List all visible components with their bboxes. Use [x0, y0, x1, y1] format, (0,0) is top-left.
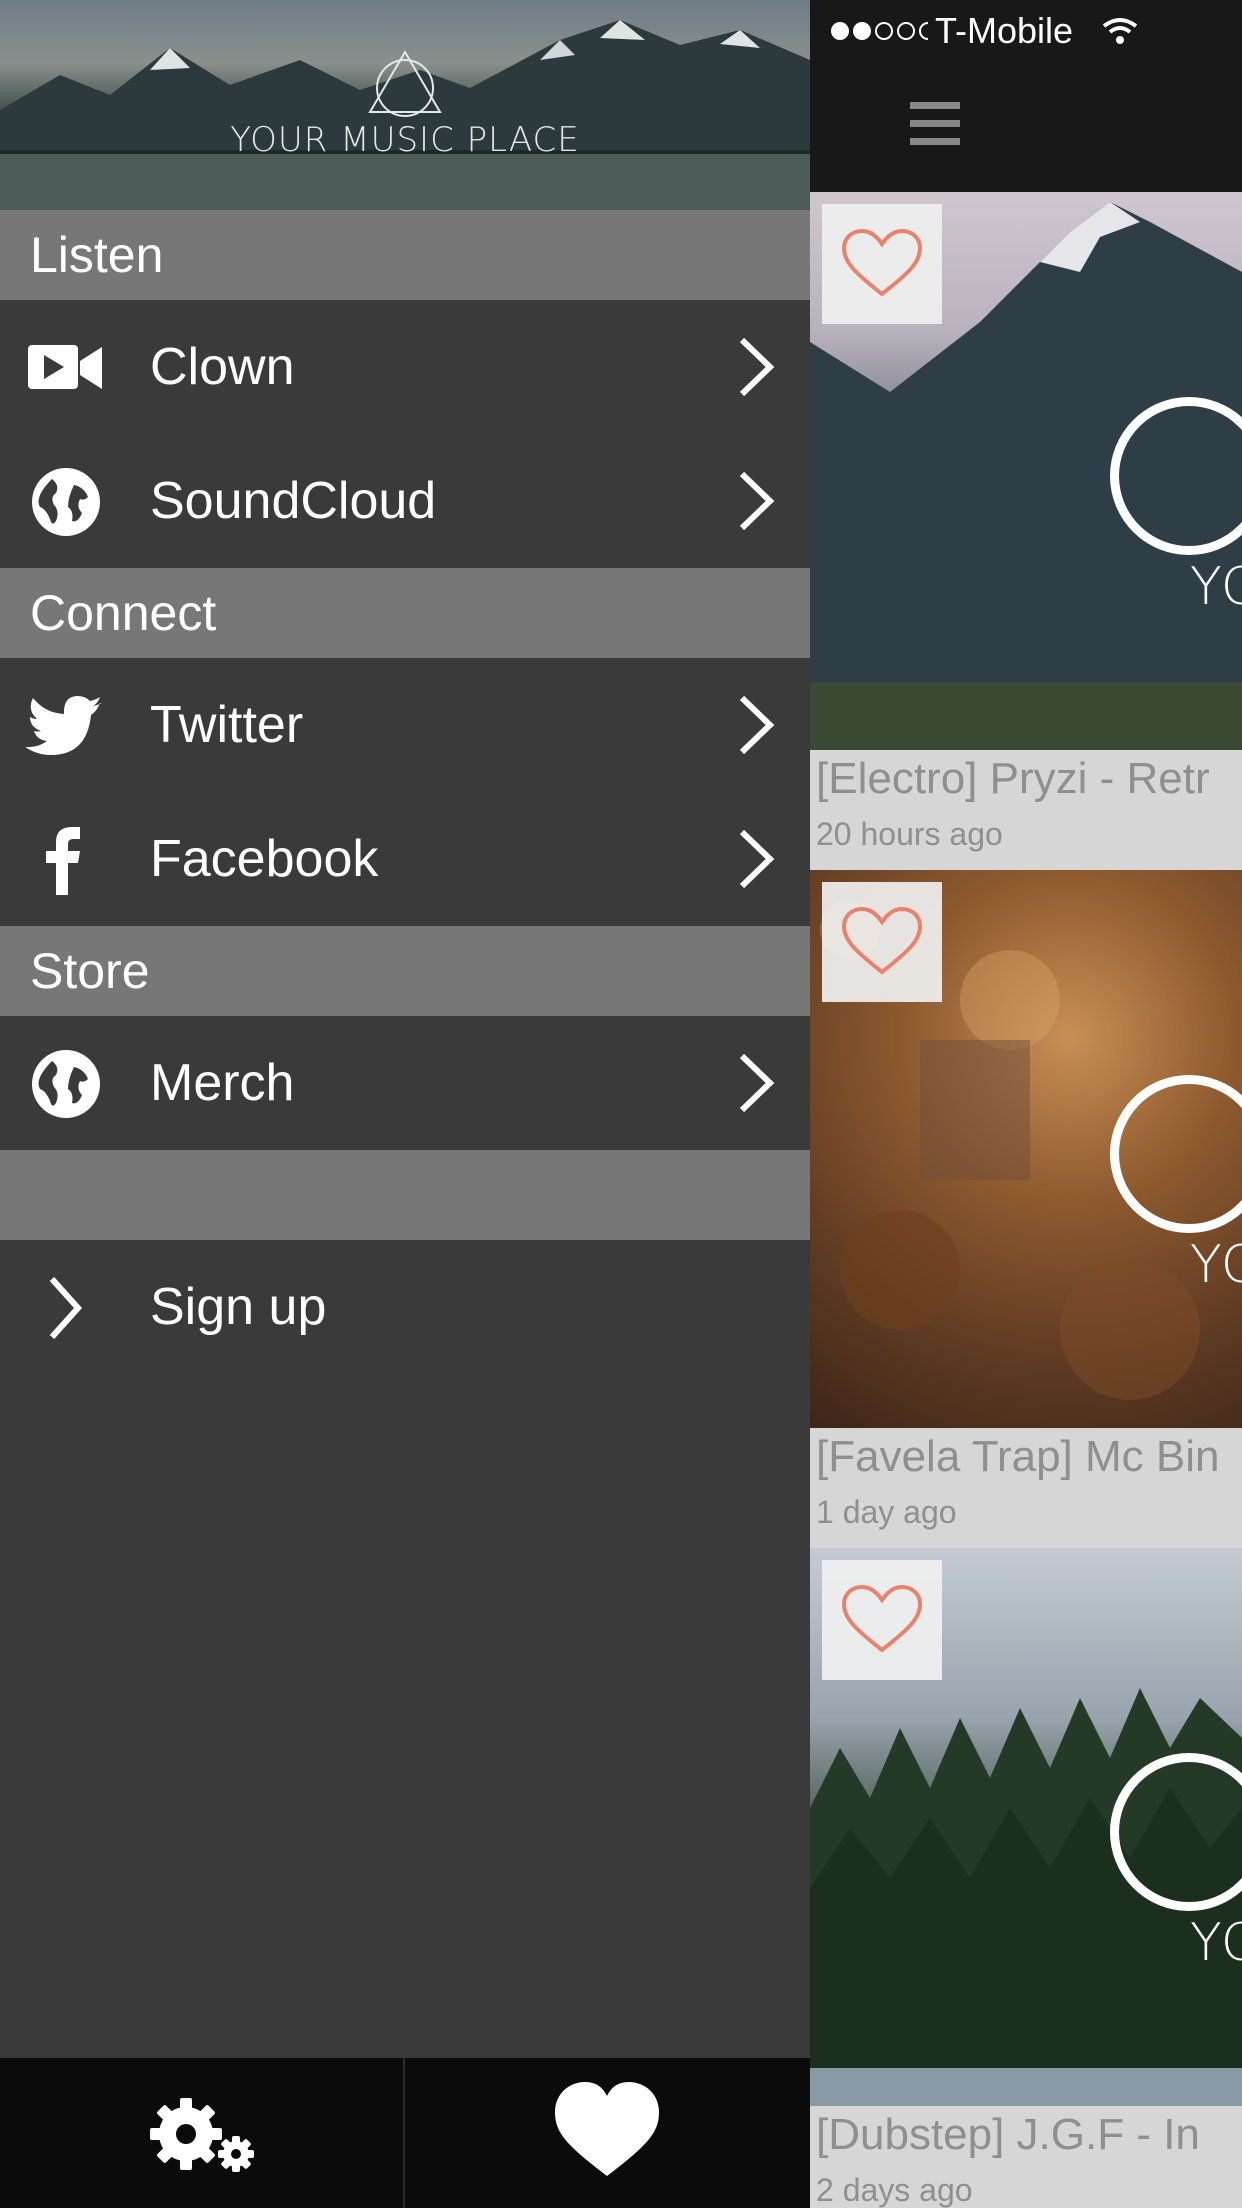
signup-item[interactable]: Sign up	[0, 1240, 810, 1374]
video-camera-icon	[28, 345, 102, 389]
heart-icon	[555, 2082, 659, 2176]
menu-item-facebook[interactable]: Facebook	[0, 792, 810, 926]
section-header-store: Store	[0, 926, 810, 1016]
section-header-listen: Listen	[0, 210, 810, 300]
like-button[interactable]	[822, 1560, 942, 1680]
track-card[interactable]: YO [Favela Trap] Mc Bin 1 day ago	[810, 870, 1242, 1548]
heart-outline-icon	[841, 1584, 923, 1653]
track-card[interactable]: YO [Electro] Pryzi - Retr 20 hours ago	[810, 192, 1242, 870]
heart-outline-icon	[841, 228, 923, 297]
favorites-button[interactable]	[405, 2058, 810, 2208]
logo-text: YOUR MUSIC PLACE	[230, 120, 580, 160]
track-title: [Electro] Pryzi - Retr	[816, 754, 1210, 803]
drawer-header-banner: YOUR MUSIC PLACE	[0, 0, 810, 210]
like-button[interactable]	[822, 882, 942, 1002]
wifi-icon	[1102, 18, 1138, 44]
menu-item-label: Merch	[150, 1054, 295, 1112]
chevron-right-icon	[739, 695, 775, 755]
cover-logo-text: YO	[1190, 1235, 1242, 1295]
section-header-connect: Connect	[0, 568, 810, 658]
settings-button[interactable]	[0, 2058, 403, 2208]
status-bar: T-Mobile	[810, 0, 1242, 60]
globe-icon	[32, 468, 100, 536]
track-timestamp: 2 days ago	[816, 2172, 973, 2208]
menu-item-label: Twitter	[150, 696, 304, 754]
menu-item-merch[interactable]: Merch	[0, 1016, 810, 1150]
chevron-right-icon	[739, 829, 775, 889]
cover-logo-text: YO	[1190, 1913, 1242, 1973]
track-title: [Dubstep] J.G.F - In	[816, 2110, 1200, 2159]
chevron-right-icon	[739, 337, 775, 397]
mountain-lake-image	[0, 20, 810, 210]
main-content: T-Mobile YO [Electro	[810, 0, 1242, 2208]
menu-item-label: Facebook	[150, 830, 379, 888]
drawer-bottom-bar	[0, 2058, 810, 2208]
menu-item-twitter[interactable]: Twitter	[0, 658, 810, 792]
menu-item-clown[interactable]: Clown	[0, 300, 810, 434]
globe-icon	[32, 1050, 100, 1118]
facebook-f-icon	[46, 827, 80, 895]
signup-label: Sign up	[150, 1278, 327, 1336]
signal-strength-icon	[831, 22, 928, 40]
twitter-bird-icon	[26, 696, 102, 755]
chevron-right-icon	[739, 1053, 775, 1113]
gears-icon	[150, 2098, 254, 2172]
track-title: [Favela Trap] Mc Bin	[816, 1432, 1220, 1481]
chevron-right-icon	[49, 1276, 83, 1340]
track-timestamp: 20 hours ago	[816, 816, 1003, 852]
hamburger-menu-icon[interactable]	[910, 102, 960, 146]
chevron-right-icon	[739, 471, 775, 531]
like-button[interactable]	[822, 204, 942, 324]
track-timestamp: 1 day ago	[816, 1494, 957, 1530]
menu-item-label: SoundCloud	[150, 472, 437, 530]
menu-item-soundcloud[interactable]: SoundCloud	[0, 434, 810, 568]
heart-outline-icon	[841, 906, 923, 975]
menu-item-label: Clown	[150, 338, 295, 396]
side-drawer: YOUR MUSIC PLACE Listen Clown SoundCloud…	[0, 0, 810, 2208]
section-divider	[0, 1150, 810, 1240]
track-card[interactable]: YO [Dubstep] J.G.F - In 2 days ago	[810, 1548, 1242, 2208]
nav-bar	[810, 60, 1242, 192]
cover-logo-text: YO	[1190, 557, 1242, 617]
carrier-label: T-Mobile	[935, 10, 1074, 51]
